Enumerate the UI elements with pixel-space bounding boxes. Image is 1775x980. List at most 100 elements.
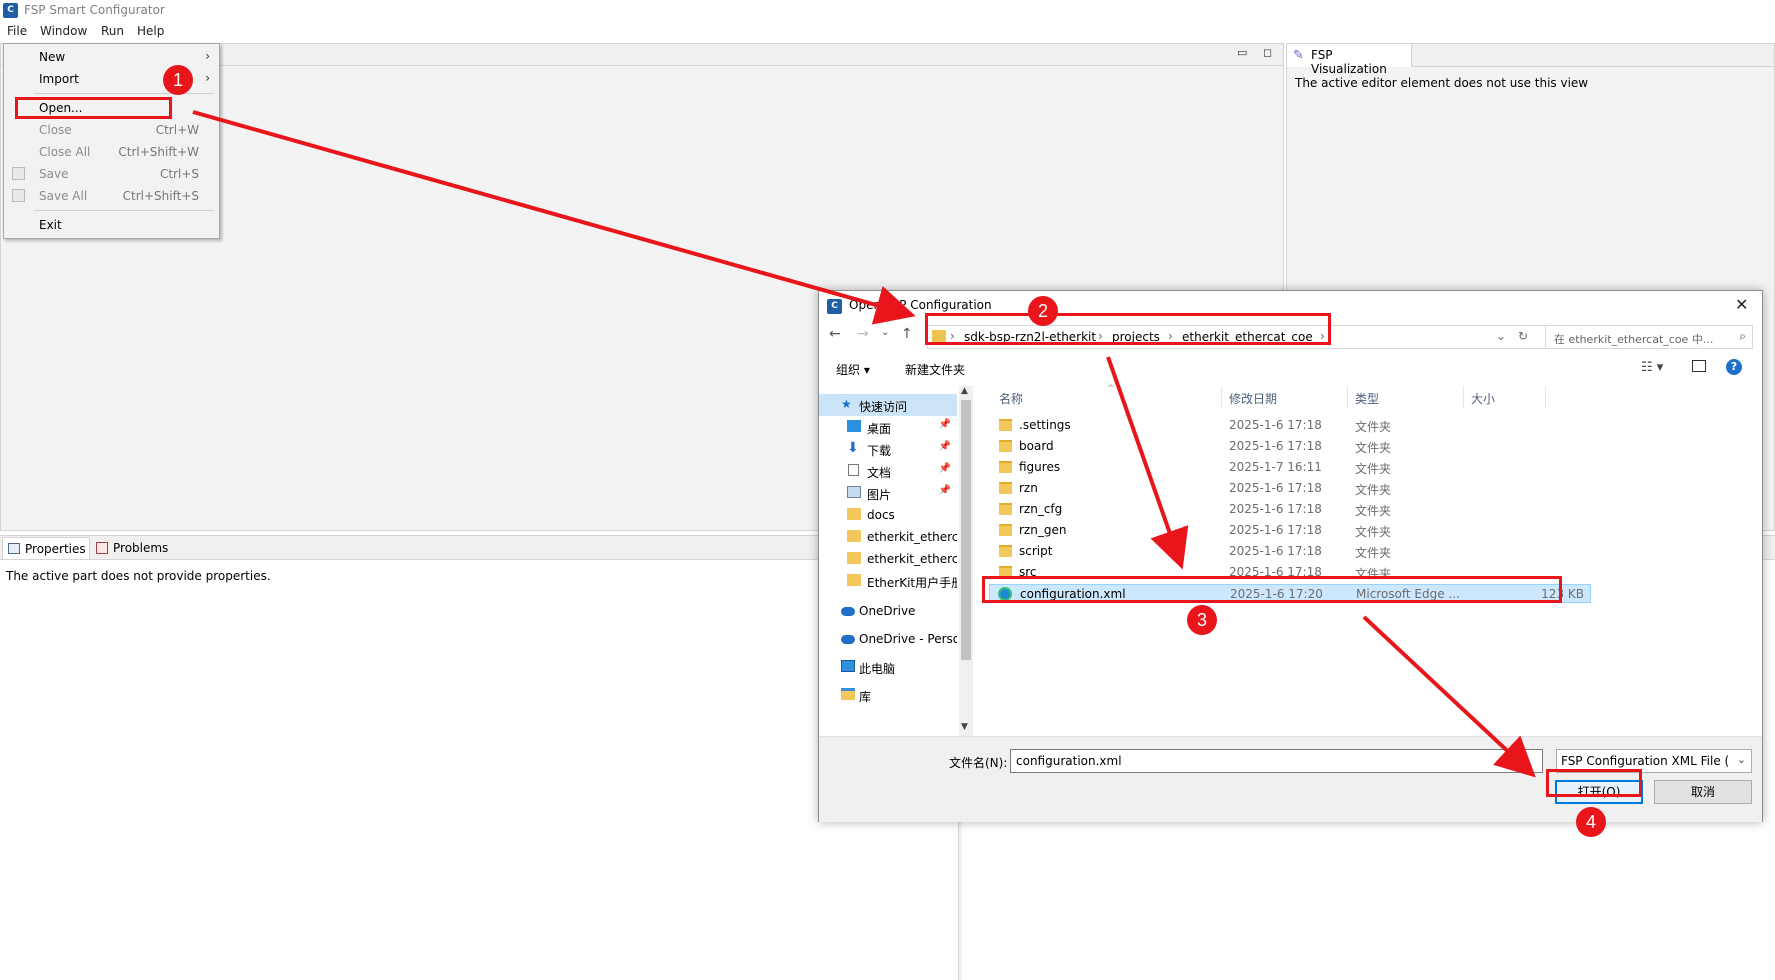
viz-tabstrip: ✎ FSP Visualization bbox=[1287, 44, 1774, 76]
column-header-size[interactable]: 大小 bbox=[1471, 390, 1495, 407]
nav-item-label: EtherKit用户手册 bbox=[867, 576, 957, 590]
forward-arrow-icon[interactable]: → bbox=[857, 326, 869, 342]
column-divider[interactable] bbox=[1347, 386, 1348, 408]
back-arrow-icon[interactable]: ← bbox=[829, 326, 841, 342]
filename-input[interactable] bbox=[1010, 749, 1543, 773]
column-divider[interactable] bbox=[1463, 386, 1464, 408]
column-divider[interactable] bbox=[1221, 386, 1222, 408]
file-row[interactable]: rzn_gen 2025-1-6 17:18 文件夹 bbox=[989, 521, 1591, 540]
address-dropdown-icon[interactable]: ⌄ bbox=[1496, 329, 1506, 343]
nav-item-folder[interactable]: etherkit_etherc bbox=[819, 548, 957, 570]
menu-separator bbox=[34, 93, 214, 94]
nav-item-downloads[interactable]: ⬇ 下载 📌 bbox=[819, 438, 957, 460]
tab-fsp-visualization[interactable]: ✎ FSP Visualization bbox=[1287, 44, 1412, 76]
file-type: 文件夹 bbox=[1355, 420, 1392, 434]
organize-button[interactable]: 组织 ▾ bbox=[836, 361, 870, 378]
pin-icon[interactable]: 📌 bbox=[939, 419, 951, 430]
tab-properties[interactable]: Properties bbox=[2, 537, 90, 559]
menu-item-new[interactable]: New › bbox=[4, 47, 219, 67]
menu-help[interactable]: Help bbox=[137, 24, 164, 38]
nav-item-folder[interactable]: EtherKit用户手册 bbox=[819, 570, 957, 592]
navigation-pane: ★ 快速访问 桌面 📌 ⬇ 下载 📌 文档 📌 图片 📌 docs etherk… bbox=[819, 386, 957, 736]
file-row[interactable]: script 2025-1-6 17:18 文件夹 bbox=[989, 542, 1591, 561]
menu-run[interactable]: Run bbox=[101, 24, 124, 38]
close-icon[interactable]: ✕ bbox=[1735, 295, 1748, 314]
column-divider[interactable] bbox=[1545, 386, 1546, 408]
up-arrow-icon[interactable]: ↑ bbox=[901, 326, 913, 342]
folder-icon bbox=[999, 545, 1012, 557]
nav-item-docs[interactable]: docs bbox=[819, 504, 957, 526]
nav-item-label: 桌面 bbox=[867, 422, 892, 436]
nav-item-label: OneDrive - Perso bbox=[859, 632, 957, 646]
recent-dropdown-icon[interactable]: ⌄ bbox=[881, 327, 889, 338]
nav-item-libraries[interactable]: 库 bbox=[819, 684, 957, 706]
folder-icon bbox=[999, 503, 1012, 515]
nav-scrollbar[interactable]: ▲ ▼ bbox=[959, 386, 973, 736]
refresh-icon[interactable]: ↻ bbox=[1518, 329, 1528, 343]
filetype-value: FSP Configuration XML File ( bbox=[1561, 754, 1730, 768]
dialog-title: Open FSP Configuration bbox=[849, 298, 992, 312]
folder-icon bbox=[847, 530, 861, 542]
nav-item-this-pc[interactable]: 此电脑 bbox=[819, 656, 957, 678]
tab-problems[interactable]: Problems bbox=[93, 537, 178, 559]
menu-item-save[interactable]: Save Ctrl+S bbox=[4, 164, 219, 184]
file-name: figures bbox=[1019, 460, 1061, 474]
submenu-arrow-icon: › bbox=[205, 49, 210, 63]
column-header-type[interactable]: 类型 bbox=[1355, 390, 1379, 407]
menu-window[interactable]: Window bbox=[40, 24, 87, 38]
menu-item-save-all[interactable]: Save All Ctrl+Shift+S bbox=[4, 186, 219, 206]
desktop-icon bbox=[847, 420, 861, 432]
column-header-name[interactable]: 名称 bbox=[999, 390, 1023, 407]
document-icon bbox=[848, 464, 859, 476]
file-row[interactable]: rzn_cfg 2025-1-6 17:18 文件夹 bbox=[989, 500, 1591, 519]
folder-icon bbox=[847, 552, 861, 564]
file-date: 2025-1-6 17:18 bbox=[1229, 481, 1322, 495]
pin-icon[interactable]: 📌 bbox=[939, 463, 951, 474]
nav-item-label: 此电脑 bbox=[859, 662, 896, 676]
preview-pane-icon[interactable] bbox=[1692, 360, 1706, 372]
minimize-icon[interactable]: ▭ bbox=[1237, 46, 1247, 59]
column-header-date[interactable]: 修改日期 bbox=[1229, 390, 1277, 407]
view-options-icon[interactable]: ☷ ▾ bbox=[1641, 360, 1663, 375]
cancel-button[interactable]: 取消 bbox=[1654, 780, 1752, 804]
file-row[interactable]: figures 2025-1-7 16:11 文件夹 bbox=[989, 458, 1591, 477]
nav-item-label: 文档 bbox=[867, 466, 892, 480]
file-row[interactable]: rzn 2025-1-6 17:18 文件夹 bbox=[989, 479, 1591, 498]
file-name: rzn_cfg bbox=[1019, 502, 1063, 516]
menu-file[interactable]: File bbox=[7, 24, 27, 38]
file-row[interactable]: .settings 2025-1-6 17:18 文件夹 bbox=[989, 416, 1591, 435]
nav-item-label: 图片 bbox=[867, 488, 892, 502]
app-icon: C bbox=[3, 3, 18, 18]
help-icon[interactable]: ? bbox=[1726, 359, 1742, 375]
nav-item-onedrive-personal[interactable]: OneDrive - Perso bbox=[819, 628, 957, 650]
pin-icon[interactable]: 📌 bbox=[939, 485, 951, 496]
scroll-down-icon[interactable]: ▼ bbox=[961, 722, 968, 732]
menu-shortcut: Ctrl+Shift+S bbox=[122, 189, 199, 203]
nav-item-folder[interactable]: etherkit_etherc bbox=[819, 526, 957, 548]
new-folder-button[interactable]: 新建文件夹 bbox=[905, 361, 965, 378]
nav-item-desktop[interactable]: 桌面 📌 bbox=[819, 416, 957, 438]
nav-item-onedrive[interactable]: OneDrive bbox=[819, 600, 957, 622]
app-icon: C bbox=[827, 299, 842, 314]
file-row[interactable]: board 2025-1-6 17:18 文件夹 bbox=[989, 437, 1591, 456]
highlight-breadcrumb bbox=[925, 313, 1331, 345]
nav-item-quick-access[interactable]: ★ 快速访问 bbox=[819, 394, 957, 416]
menu-item-label: New bbox=[39, 50, 66, 64]
search-box[interactable]: 在 etherkit_ethercat_coe 中... ⌕ bbox=[1545, 325, 1753, 349]
maximize-icon[interactable]: ◻ bbox=[1263, 46, 1272, 59]
pin-icon[interactable]: 📌 bbox=[939, 441, 951, 452]
menu-item-exit[interactable]: Exit bbox=[4, 215, 219, 235]
problems-tab-label: Problems bbox=[113, 541, 169, 555]
folder-icon bbox=[847, 574, 861, 586]
menu-item-close[interactable]: Close Ctrl+W bbox=[4, 120, 219, 140]
scrollbar-thumb[interactable] bbox=[961, 400, 971, 660]
file-list: 名称 ^ 修改日期 类型 大小 .settings 2025-1-6 17:18… bbox=[977, 384, 1762, 736]
file-date: 2025-1-7 16:11 bbox=[1229, 460, 1322, 474]
menu-item-close-all[interactable]: Close All Ctrl+Shift+W bbox=[4, 142, 219, 162]
nav-item-pictures[interactable]: 图片 📌 bbox=[819, 482, 957, 504]
folder-icon bbox=[999, 482, 1012, 494]
nav-item-documents[interactable]: 文档 📌 bbox=[819, 460, 957, 482]
scroll-up-icon[interactable]: ▲ bbox=[961, 386, 968, 396]
nav-item-label: 下载 bbox=[867, 444, 892, 458]
properties-message: The active part does not provide propert… bbox=[6, 569, 271, 583]
